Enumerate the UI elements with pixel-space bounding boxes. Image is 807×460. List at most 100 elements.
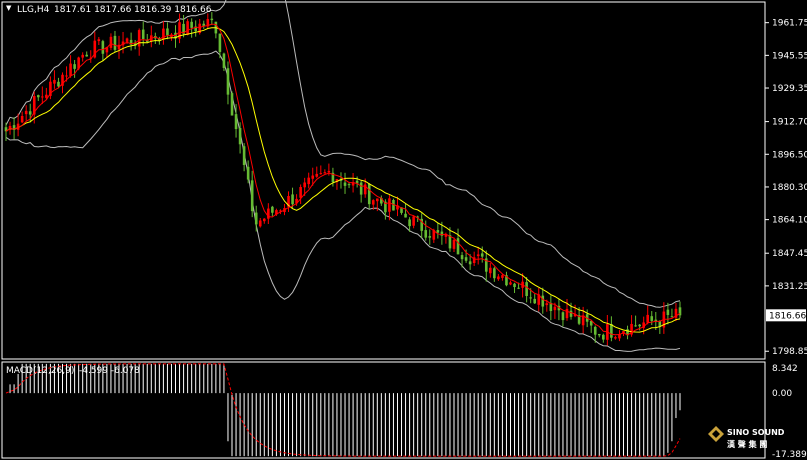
candle-body xyxy=(190,21,193,28)
candle-body xyxy=(666,309,670,315)
candle-body xyxy=(166,28,169,36)
sinosound-logo-icon xyxy=(708,426,724,442)
candle-body xyxy=(602,334,605,340)
bollinger-lower-line xyxy=(5,50,681,352)
candle-body xyxy=(343,182,347,186)
candle-body xyxy=(513,283,516,288)
candle-body xyxy=(141,29,145,39)
candle-body xyxy=(436,230,440,233)
candle-body xyxy=(113,35,117,50)
candle-body xyxy=(258,220,262,227)
candle-body xyxy=(359,182,363,195)
candle-body xyxy=(480,253,484,257)
candle-body xyxy=(109,36,113,48)
candle-body xyxy=(210,18,214,21)
candle-body xyxy=(597,333,601,336)
current-price-label: 1816.66 xyxy=(769,311,806,321)
candle-body xyxy=(311,175,315,179)
bollinger-upper-line xyxy=(5,0,681,308)
candle-body xyxy=(303,182,306,188)
price-tick-label: 1831.25 xyxy=(772,282,807,292)
candle-body xyxy=(452,239,456,249)
candle-body xyxy=(222,53,226,68)
candle-body xyxy=(541,295,545,307)
candle-body xyxy=(493,268,496,279)
candle-body xyxy=(565,308,569,319)
price-tick-label: 1864.10 xyxy=(772,216,807,226)
candle-body xyxy=(101,41,105,54)
candle-body xyxy=(327,170,331,173)
candle-body xyxy=(315,173,319,177)
header-triangle-icon[interactable]: ▼ xyxy=(6,4,11,12)
candle-body xyxy=(650,316,654,321)
candle-body xyxy=(347,184,351,186)
moving-average-slow-line xyxy=(5,27,681,333)
candle-body xyxy=(69,63,72,76)
candle-body xyxy=(28,111,32,115)
candle-body xyxy=(242,146,246,166)
candle-body xyxy=(299,187,302,198)
candle-body xyxy=(36,95,40,98)
candle-body xyxy=(254,212,258,225)
candle-body xyxy=(57,81,60,87)
macd-tick-label: -17.389 xyxy=(772,450,807,460)
candle-body xyxy=(73,64,76,69)
candle-body xyxy=(24,110,28,115)
symbol-label: LLG,H4 xyxy=(17,5,50,15)
candle-body xyxy=(456,238,460,255)
candle-body xyxy=(517,287,520,289)
candle-body xyxy=(271,206,274,213)
candle-body xyxy=(238,128,242,145)
candle-body xyxy=(412,216,415,226)
logo-line2: 漢 聲 集 團 xyxy=(727,440,768,449)
candle-body xyxy=(561,312,565,321)
price-tick-label: 1880.30 xyxy=(772,183,807,193)
price-tick-label: 1961.75 xyxy=(772,19,807,29)
price-tick-label: 1945.55 xyxy=(772,51,807,61)
candle-body xyxy=(319,173,323,175)
macd-panel-frame xyxy=(1,361,766,459)
candle-body xyxy=(593,326,597,335)
candle-body xyxy=(137,30,141,47)
candle-body xyxy=(533,298,537,304)
candle-body xyxy=(610,324,613,338)
macd-tick-label: 0.00 xyxy=(772,389,792,399)
candle-body xyxy=(323,172,327,174)
candle-body xyxy=(408,219,411,227)
candle-body xyxy=(230,93,234,116)
candle-body xyxy=(186,21,189,35)
candle-body xyxy=(509,282,512,285)
candle-body xyxy=(371,200,375,205)
candle-body xyxy=(307,177,310,185)
candle-body xyxy=(367,183,371,205)
chart-area[interactable]: 1961.75 1945.55 1929.35 1912.70 1896.50 1880.… xyxy=(0,0,807,460)
candle-body xyxy=(646,314,650,323)
candle-body xyxy=(428,236,432,238)
candle-body xyxy=(250,180,254,212)
ohlc-values: 1817.61 1817.66 1816.39 1816.66 xyxy=(54,5,212,15)
candle-body xyxy=(501,275,504,278)
candle-body xyxy=(525,282,528,296)
candle-body xyxy=(125,38,129,42)
candle-body xyxy=(545,303,549,306)
price-tick-label: 1896.50 xyxy=(772,150,807,160)
candle-body xyxy=(218,33,222,52)
candle-body xyxy=(670,316,674,318)
macd-tick-label: 8.342 xyxy=(772,364,798,374)
candle-body xyxy=(460,255,464,260)
candle-body xyxy=(634,325,637,327)
candle-body xyxy=(246,166,250,180)
macd-label: MACD(12,26,9) xyxy=(6,366,75,376)
candle-body xyxy=(376,198,379,202)
logo-line1: SINO SOUND xyxy=(727,428,785,437)
candle-body xyxy=(45,94,48,98)
candle-body xyxy=(41,96,44,98)
candle-body xyxy=(97,39,101,42)
candle-body xyxy=(81,54,84,58)
price-tick-label: 1798.85 xyxy=(772,347,807,357)
moving-average-fast-line xyxy=(5,23,681,336)
candle-body xyxy=(53,79,56,84)
candle-body xyxy=(497,276,500,280)
price-tick-label: 1912.70 xyxy=(772,118,807,128)
candle-body xyxy=(614,337,617,339)
